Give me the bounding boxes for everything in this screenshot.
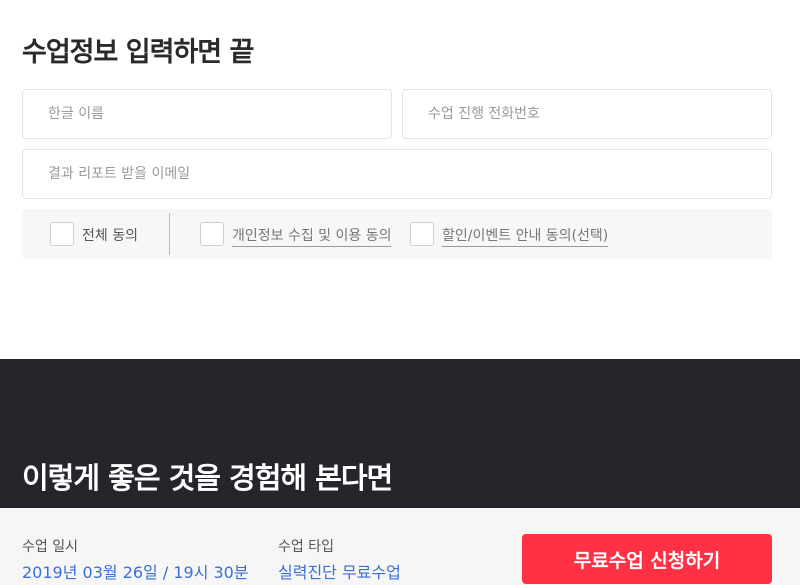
class-date-label: 수업 일시 — [22, 539, 78, 555]
phone-input[interactable] — [403, 90, 771, 138]
lesson-form-section: 수업정보 입력하면 끝 전체 동의 개인정보 수집 및 이용 동의 할인/이벤트… — [0, 0, 800, 359]
email-input[interactable] — [23, 150, 771, 198]
privacy-agree-link[interactable]: 개인정보 수집 및 이용 동의 — [232, 225, 392, 247]
apply-free-class-button[interactable]: 무료수업 신청하기 — [522, 534, 772, 584]
agree-all-label[interactable]: 전체 동의 — [82, 225, 138, 245]
promo-section: 이렇게 좋은 것을 경험해 본다면 — [0, 359, 800, 508]
marketing-agree-link[interactable]: 할인/이벤트 안내 동의(선택) — [442, 225, 609, 247]
agree-all-checkbox[interactable] — [50, 222, 74, 246]
phone-field-container — [402, 89, 772, 139]
class-date-value: 2019년 03월 26일 / 19시 30분 — [22, 563, 249, 582]
privacy-agree-checkbox[interactable] — [200, 222, 224, 246]
class-info-bar: 수업 일시 2019년 03월 26일 / 19시 30분 수업 타입 실력진단… — [0, 508, 800, 585]
agreement-divider — [169, 213, 170, 255]
email-field-container — [22, 149, 772, 199]
class-type-label: 수업 타입 — [278, 539, 334, 555]
name-input[interactable] — [23, 90, 391, 138]
class-type-value: 실력진단 무료수업 — [278, 563, 401, 582]
promo-title: 이렇게 좋은 것을 경험해 본다면 — [22, 461, 393, 495]
name-field-container — [22, 89, 392, 139]
marketing-agree-checkbox[interactable] — [410, 222, 434, 246]
agreement-bar: 전체 동의 개인정보 수집 및 이용 동의 할인/이벤트 안내 동의(선택) — [22, 209, 772, 259]
form-title: 수업정보 입력하면 끝 — [22, 37, 254, 68]
